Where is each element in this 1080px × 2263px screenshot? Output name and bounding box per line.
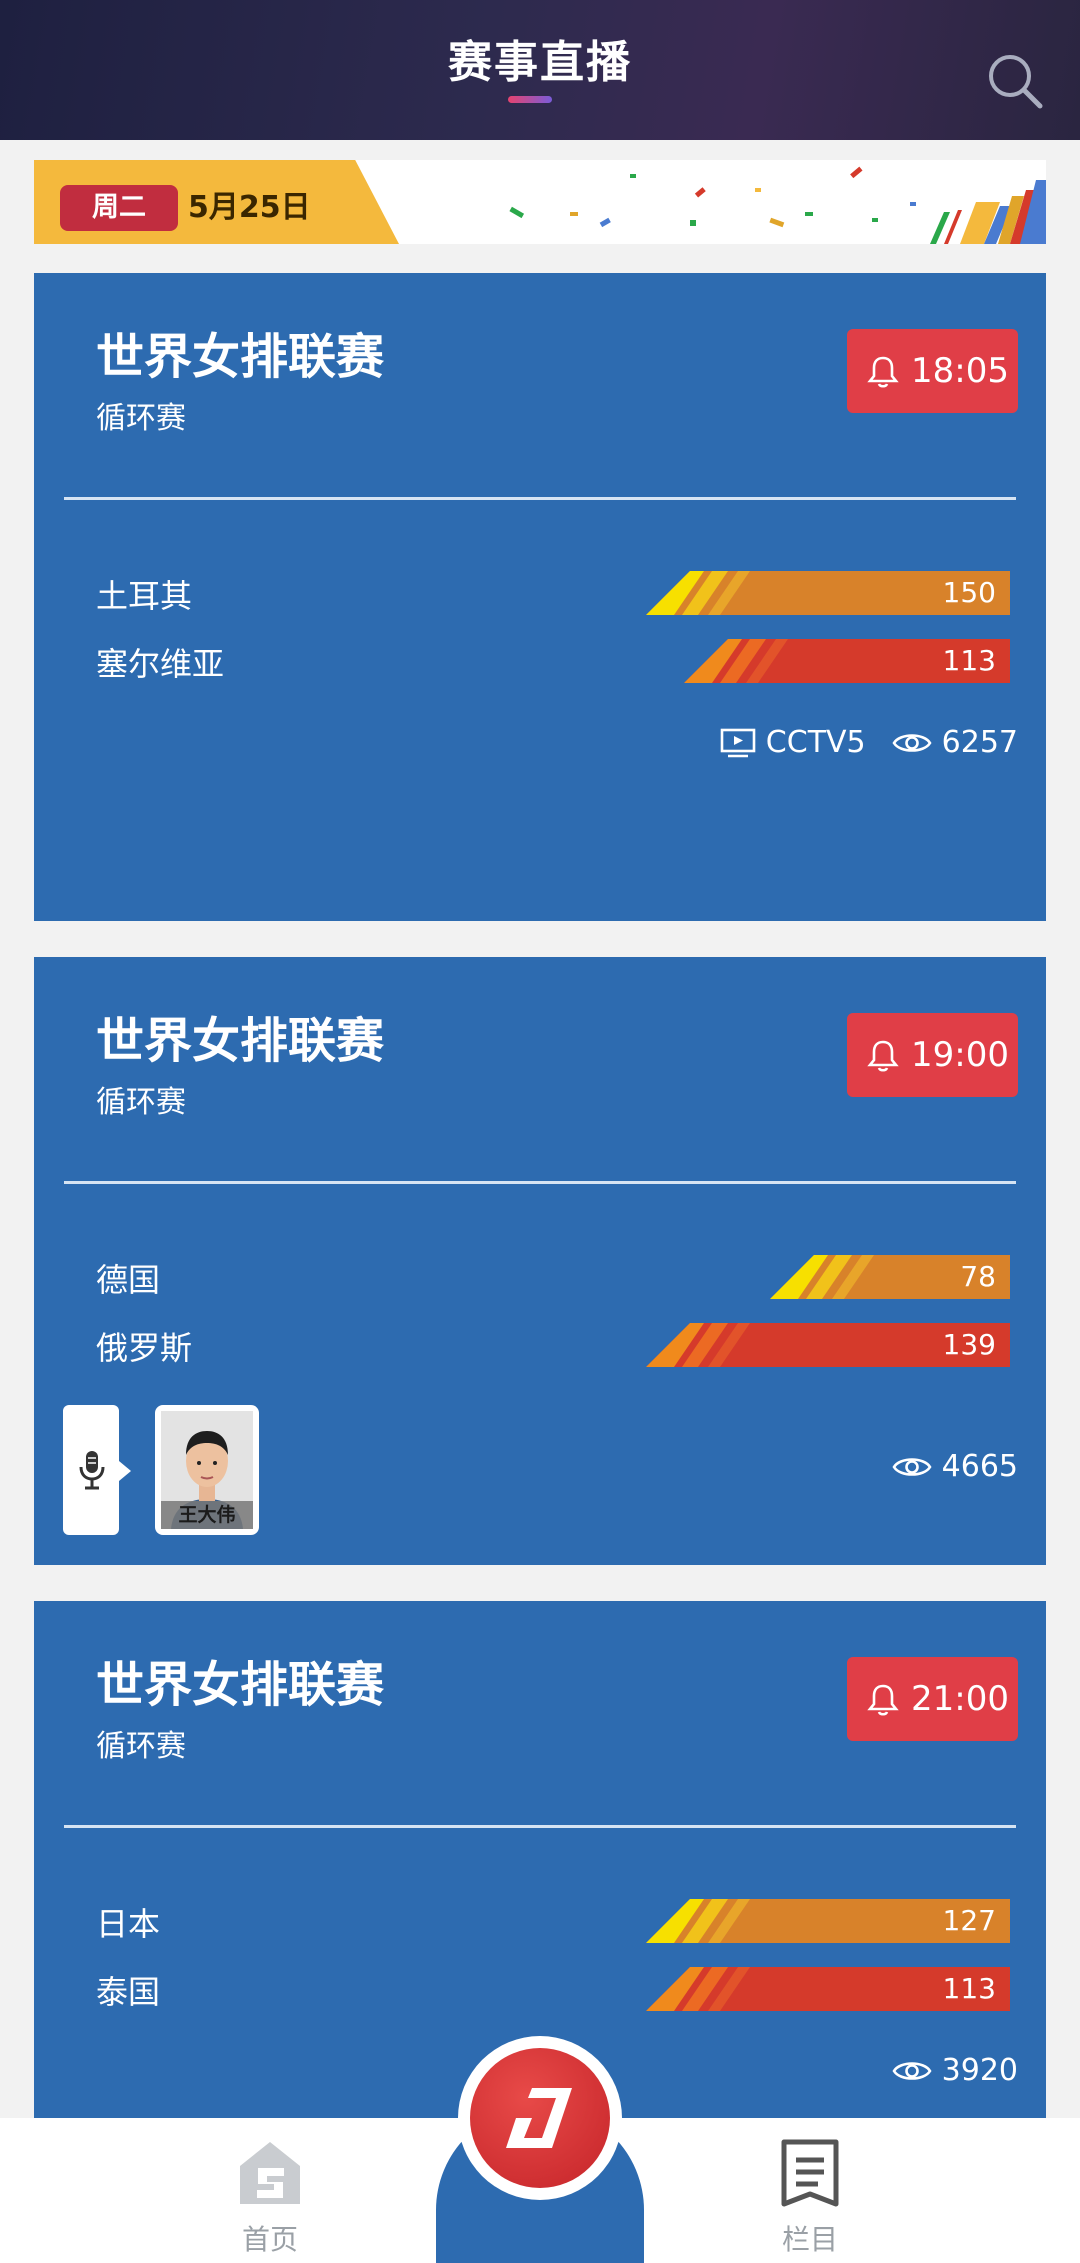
away-support-count: 113 [942,1972,996,2005]
match-meta: 3920 [892,2051,1018,2091]
view-count: 6257 [941,725,1018,760]
home-team-name: 德国 [96,1261,161,1299]
eye-icon [892,2062,932,2080]
reminder-button[interactable]: 18:05 [847,329,1018,413]
eye-icon [892,1458,932,1476]
microphone-icon [79,1451,105,1490]
away-support-bar: 113 [684,639,1010,683]
commentator-toggle[interactable] [63,1405,131,1535]
start-time: 19:00 [911,1035,1009,1075]
nav-home[interactable]: 首页 [190,2118,350,2263]
nav-home-label: 首页 [241,2223,298,2256]
live-button-inner [470,2048,610,2188]
league-name: 世界女排联赛 [96,1013,385,1069]
start-time: 21:00 [911,1679,1009,1719]
bar-stripes [646,1323,750,1367]
date-label: 5月25日 [188,190,311,225]
home-support-bar: 150 [646,571,1010,615]
channel-name: CCTV5 [765,725,866,760]
top-bar: 赛事直播 [0,0,1080,140]
away-support-count: 113 [942,644,996,677]
live-button[interactable] [458,2036,622,2200]
home-support-count: 78 [960,1260,996,1293]
match-stage: 循环赛 [96,1729,186,1764]
home-team-name: 日本 [96,1905,161,1943]
match-card[interactable]: 世界女排联赛 循环赛 18:05 土耳其 150 塞尔维亚 113 CCTV5 … [34,273,1046,921]
avatar: 王大伟 [161,1411,253,1529]
live-logo-icon [506,2088,572,2148]
list-icon [781,2139,839,2207]
away-support-bar: 113 [646,1967,1010,2011]
search-button[interactable] [986,52,1046,112]
bar-stripes [684,639,788,683]
league-name: 世界女排联赛 [96,1657,385,1713]
eye-icon [892,734,932,752]
view-count: 4665 [941,1449,1018,1484]
match-meta: 4665 [892,1447,1018,1487]
title-underline [508,96,552,103]
view-count: 3920 [941,2053,1018,2088]
tv-icon [720,728,756,758]
away-support-bar: 139 [646,1323,1010,1367]
home-team-name: 土耳其 [96,577,193,615]
nav-columns[interactable]: 栏目 [730,2118,890,2263]
divider [64,1825,1016,1828]
reminder-button[interactable]: 21:00 [847,1657,1018,1741]
match-stage: 循环赛 [96,401,186,436]
home-support-count: 127 [942,1904,996,1937]
away-team-name: 俄罗斯 [96,1329,193,1367]
home-support-bar: 127 [646,1899,1010,1943]
match-meta: CCTV5 6257 [720,723,1018,763]
home-icon [240,2142,300,2204]
reminder-button[interactable]: 19:00 [847,1013,1018,1097]
away-support-count: 139 [942,1328,996,1361]
weekday-badge: 周二 [60,185,178,231]
commentator-name: 王大伟 [161,1501,253,1529]
search-icon [989,55,1043,109]
bell-icon [867,1040,899,1072]
away-team-name: 塞尔维亚 [96,645,225,683]
divider [64,1181,1016,1184]
nav-live-center[interactable] [436,2036,644,2263]
bar-stripes [646,1899,750,1943]
bar-stripes [770,1255,874,1299]
bell-icon [867,1684,899,1716]
league-name: 世界女排联赛 [96,329,385,385]
home-support-count: 150 [942,576,996,609]
divider [64,497,1016,500]
bell-icon [867,356,899,388]
confetti-decoration [509,166,1046,244]
match-stage: 循环赛 [96,1085,186,1120]
match-card[interactable]: 世界女排联赛 循环赛 19:00 德国 78 俄罗斯 139 王大伟 4665 [34,957,1046,1565]
start-time: 18:05 [911,351,1009,391]
bar-stripes [646,1967,750,2011]
away-team-name: 泰国 [96,1973,161,2011]
commentator-card[interactable]: 王大伟 [155,1405,259,1535]
home-support-bar: 78 [770,1255,1010,1299]
nav-columns-label: 栏目 [781,2223,838,2256]
page-title: 赛事直播 [448,37,632,88]
bar-stripes [646,571,750,615]
